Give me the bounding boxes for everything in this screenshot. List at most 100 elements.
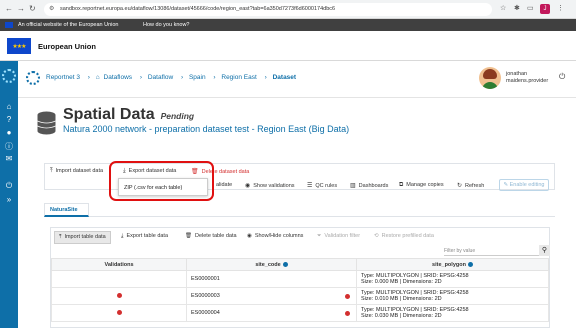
back-icon[interactable]: ← xyxy=(5,4,13,13)
trash-icon: 🗑 xyxy=(185,233,192,239)
validate-button[interactable]: alidate xyxy=(216,182,232,188)
reportnet-header-logo-icon[interactable] xyxy=(26,71,40,85)
polygon-size: Size: 0.000 MB | Dimensions: 2D xyxy=(361,279,442,285)
error-icon[interactable] xyxy=(345,294,350,299)
highlight-annotation xyxy=(109,161,214,201)
eu-title: European Union xyxy=(38,42,96,51)
browser-menu-icon[interactable]: ⋮ xyxy=(557,4,564,12)
header-validations-label: Validations xyxy=(104,261,134,268)
import-table-button[interactable]: ⤒ Import table data xyxy=(54,231,111,244)
show-validations-label: Show validations xyxy=(253,183,295,189)
import-dataset-button[interactable]: ⤒ Import dataset data xyxy=(50,168,103,175)
forward-icon[interactable]: → xyxy=(17,4,25,13)
site-code-cell[interactable]: ES0000003 xyxy=(186,287,357,305)
avatar[interactable] xyxy=(479,67,501,89)
reportnet-logo-icon[interactable] xyxy=(2,69,16,83)
search-icon[interactable]: ⚲ xyxy=(539,245,550,256)
export-table-button[interactable]: ⤓ Export table data xyxy=(121,233,168,240)
eu-official-banner: An official website of the European Unio… xyxy=(0,19,576,31)
table-row[interactable]: ES0000003 Type: MULTIPOLYGON | SRID: EPS… xyxy=(51,287,549,305)
validation-cell xyxy=(51,287,187,305)
chevron-right-icon: › xyxy=(87,74,90,81)
restore-prefilled-label: Restore prefilled data xyxy=(381,233,434,239)
enable-editing-label: Enable editing xyxy=(509,182,545,188)
error-icon[interactable] xyxy=(116,292,122,298)
restore-prefilled-button[interactable]: ⟲ Restore prefilled data xyxy=(374,233,434,239)
how-do-you-know-link[interactable]: How do you know? xyxy=(143,19,189,31)
export-table-label: Export table data xyxy=(126,233,169,239)
page-subtitle: Natura 2000 network - preparation datase… xyxy=(63,124,350,134)
breadcrumb-dataflow[interactable]: Dataflow xyxy=(148,74,173,81)
filter-placeholder: Filter by value xyxy=(444,248,476,254)
breadcrumb-spain[interactable]: Spain xyxy=(189,74,206,81)
eu-flag-logo[interactable]: ★★★ xyxy=(7,38,31,54)
dashboards-button[interactable]: ▥ Dashboards xyxy=(350,182,388,189)
header-site-code[interactable]: site_code xyxy=(186,258,357,271)
user-icon[interactable]: ● xyxy=(0,128,18,137)
extensions-icon[interactable]: ✱ xyxy=(514,4,520,12)
upload-icon: ⤒ xyxy=(50,168,53,174)
validation-filter-button[interactable]: ⏷ Validation filter xyxy=(317,233,360,240)
site-info-icon[interactable]: ⚙ xyxy=(49,3,54,16)
sidebar-toggle-icon[interactable]: ▭ xyxy=(527,4,534,12)
site-code-value: ES0000004 xyxy=(191,310,220,316)
site-code-cell[interactable]: ES0000001 xyxy=(186,270,357,288)
info-icon[interactable] xyxy=(282,261,288,267)
address-bar[interactable]: ⚙ sandbox.reportnet.europa.eu/dataflow/1… xyxy=(44,3,492,16)
help-icon[interactable]: ? xyxy=(0,115,18,124)
site-code-value: ES0000001 xyxy=(191,276,220,282)
breadcrumb-dataflows[interactable]: Dataflows xyxy=(104,74,133,81)
delete-table-button[interactable]: 🗑 Delete table data xyxy=(185,233,237,239)
table-row[interactable]: ES0000001 Type: MULTIPOLYGON | SRID: EPS… xyxy=(51,270,549,288)
chevron-right-icon: › xyxy=(139,74,143,81)
profile-avatar[interactable]: J xyxy=(540,4,550,14)
site-polygon-cell[interactable]: Type: MULTIPOLYGON | SRID: EPSG:4258 Size… xyxy=(356,287,549,305)
chat-icon[interactable]: ✉ xyxy=(0,154,18,163)
site-code-cell[interactable]: ES0000004 xyxy=(186,304,357,322)
show-validations-button[interactable]: ◉ Show validations xyxy=(245,182,295,189)
copy-icon: ⧉ xyxy=(399,182,404,188)
home-icon[interactable]: ⌂ xyxy=(0,102,18,111)
left-sidebar: ⌂ ? ● ⓘ ✉ ⏻ » xyxy=(0,61,18,328)
qc-rules-button[interactable]: ☰ QC rules xyxy=(307,182,337,189)
user-role: maidens.provider xyxy=(506,78,549,84)
user-name[interactable]: jonathan maidens.provider xyxy=(506,71,548,85)
site-polygon-cell[interactable]: Type: MULTIPOLYGON | SRID: EPSG:4258 Size… xyxy=(356,304,549,322)
show-hide-columns-label: Show/Hide columns xyxy=(254,233,304,239)
breadcrumb-reportnet[interactable]: Reportnet 3 xyxy=(46,74,80,81)
error-icon[interactable] xyxy=(345,311,350,316)
eu-header: ★★★ European Union xyxy=(0,31,576,61)
filter-input[interactable]: Filter by value xyxy=(444,246,539,256)
breadcrumb-region-east[interactable]: Region East xyxy=(221,74,256,81)
official-site-text: An official website of the European Unio… xyxy=(18,22,119,28)
refresh-button[interactable]: ↻ Refresh xyxy=(457,182,484,189)
header-site-code-label: site_code xyxy=(255,261,281,268)
logout-icon[interactable]: ⏻ xyxy=(559,72,565,82)
chevron-right-icon: › xyxy=(264,74,267,81)
tab-naturasite[interactable]: NaturaSite xyxy=(44,203,89,217)
refresh-label: Refresh xyxy=(465,183,485,189)
validation-filter-label: Validation filter xyxy=(324,233,361,239)
site-polygon-cell[interactable]: Type: MULTIPOLYGON | SRID: EPSG:4258 Size… xyxy=(356,270,549,288)
show-hide-columns-button[interactable]: ◉ Show/Hide columns xyxy=(247,233,303,239)
dataset-title: Spatial Data xyxy=(63,106,155,123)
data-table: Validations site_code site_polygon ES000… xyxy=(51,258,549,322)
expand-sidebar-icon[interactable]: » xyxy=(0,195,18,204)
validate-label: alidate xyxy=(216,182,233,188)
breadcrumb: Reportnet 3 › ⌂ Dataflows › Dataflow › S… xyxy=(46,74,298,81)
header-site-polygon[interactable]: site_polygon xyxy=(356,258,549,271)
list-icon: ☰ xyxy=(307,183,313,189)
enable-editing-button[interactable]: ✎ Enable editing xyxy=(499,179,549,191)
bookmark-star-icon[interactable]: ☆ xyxy=(500,4,506,12)
manage-copies-button[interactable]: ⧉ Manage copies xyxy=(399,182,444,189)
reload-icon[interactable]: ↻ xyxy=(29,4,36,13)
info-icon[interactable] xyxy=(467,261,473,267)
table-header-row: Validations site_code site_polygon xyxy=(51,258,549,271)
error-icon[interactable] xyxy=(116,309,122,315)
power-icon[interactable]: ⏻ xyxy=(0,181,18,191)
validation-cell xyxy=(51,270,187,288)
info-icon[interactable]: ⓘ xyxy=(0,141,18,152)
manage-copies-label: Manage copies xyxy=(406,182,444,188)
header-validations[interactable]: Validations xyxy=(51,258,187,271)
table-row[interactable]: ES0000004 Type: MULTIPOLYGON | SRID: EPS… xyxy=(51,304,549,322)
